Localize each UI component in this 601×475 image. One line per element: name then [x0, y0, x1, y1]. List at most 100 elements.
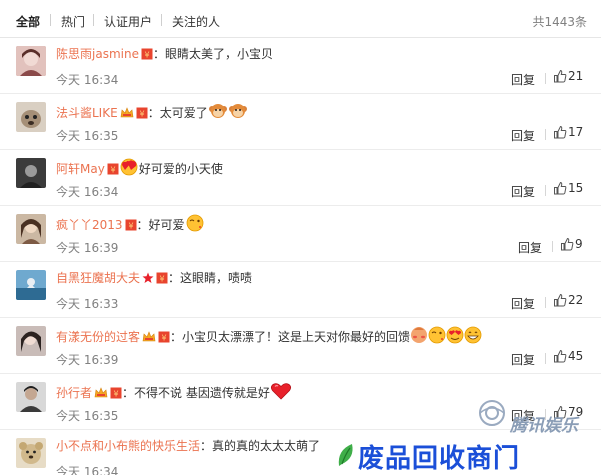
avatar[interactable] — [16, 326, 46, 356]
avatar[interactable] — [16, 46, 46, 76]
action-divider — [552, 241, 553, 252]
like-button[interactable]: 21 — [553, 69, 583, 83]
avatar[interactable] — [16, 214, 46, 244]
like-count: 17 — [568, 125, 584, 139]
action-divider — [545, 185, 546, 196]
red-envelope-badge-icon[interactable]: ¥ — [107, 163, 119, 179]
comment-line: 法斗酱LIKE ¥ ：太可爱了 — [56, 102, 248, 124]
comment-text: ：不得不说 基因遗传就是好 — [122, 386, 270, 400]
comment-count: 共1443条 — [532, 15, 587, 29]
red-envelope-badge-icon[interactable]: ¥ — [141, 48, 153, 64]
comment-filter-bar: 全部 热门 认证用户 关注的人 共1443条 — [0, 0, 601, 38]
red-star-badge-icon[interactable] — [142, 272, 154, 288]
avatar[interactable] — [16, 438, 46, 468]
blush-emoji-icon — [410, 326, 428, 348]
avatar-image — [16, 214, 46, 244]
thumbs-up-icon — [554, 69, 567, 83]
username-link[interactable]: 疯丫丫2013 — [56, 218, 123, 232]
comment-time: 今天 16:33 — [56, 297, 119, 311]
reply-button[interactable]: 回复 — [518, 239, 542, 256]
comment-item: 阿轩May ¥ 好可爱的小天使 今天 16:34 回复 15 — [0, 150, 601, 206]
avatar[interactable] — [16, 270, 46, 300]
username-link[interactable]: 自黑狂魔胡大夫 — [56, 271, 140, 285]
username-link[interactable]: 阿轩May — [56, 162, 105, 176]
like-button[interactable]: 9 — [560, 237, 583, 251]
like-button[interactable]: 17 — [553, 125, 583, 139]
like-count: 45 — [568, 349, 584, 363]
tab-hot[interactable]: 热门 — [61, 13, 85, 30]
reply-button[interactable]: 回复 — [511, 351, 535, 368]
comment-text: ：好可爱 — [136, 218, 185, 232]
svg-text:¥: ¥ — [113, 390, 118, 399]
comment-item: 陈思雨jasmine ¥ ：眼睛太美了，小宝贝 今天 16:34 回复 21 — [0, 38, 601, 94]
avatar-image — [16, 382, 46, 412]
site-watermark-text: 腾讯娱乐 — [510, 416, 578, 436]
comment-item: 有漾无份的过客 ¥ ：小宝贝太漂漂了！这是上天对你最好的回馈 今天 16:39 回复… — [0, 318, 601, 374]
comment-text: ：这眼睛，啧啧 — [168, 271, 253, 285]
reply-button[interactable]: 回复 — [511, 71, 535, 88]
like-count: 21 — [568, 69, 584, 83]
action-divider — [545, 353, 546, 364]
comment-line: 疯丫丫2013 ¥ ：好可爱 — [56, 214, 205, 236]
username-link[interactable]: 孙行者 — [56, 386, 92, 400]
reply-button[interactable]: 回复 — [511, 295, 535, 312]
comment-item: 法斗酱LIKE ¥ ：太可爱了 今天 16:35 回复 17 — [0, 94, 601, 150]
tab-verified-users[interactable]: 认证用户 — [104, 13, 152, 30]
comment-time: 今天 16:34 — [56, 185, 119, 199]
comment-line: 孙行者 ¥ ：不得不说 基因遗传就是好 — [56, 382, 292, 404]
crown-badge-icon[interactable] — [120, 107, 134, 123]
comment-line: 有漾无份的过客 ¥ ：小宝贝太漂漂了！这是上天对你最好的回馈 — [56, 326, 482, 348]
kiss-emoji-icon — [185, 214, 205, 236]
comment-line: 阿轩May ¥ 好可爱的小天使 — [56, 158, 223, 180]
leaf-logo-icon — [338, 444, 353, 466]
comment-line: 小不点和小布熊的快乐生活：真的真的太太太萌了 — [56, 438, 320, 454]
svg-text:¥: ¥ — [161, 334, 166, 343]
comment-line: 陈思雨jasmine ¥ ：眼睛太美了，小宝贝 — [56, 46, 273, 64]
like-count: 15 — [568, 181, 584, 195]
like-button[interactable]: 45 — [553, 349, 583, 363]
comment-time: 今天 16:34 — [56, 465, 119, 475]
comment-line: 自黑狂魔胡大夫 ¥ ：这眼睛，啧啧 — [56, 270, 252, 288]
username-link[interactable]: 小不点和小布熊的快乐生活 — [56, 439, 200, 453]
avatar[interactable] — [16, 158, 46, 188]
action-divider — [545, 73, 546, 84]
red-envelope-badge-icon[interactable]: ¥ — [136, 107, 148, 123]
tab-all[interactable]: 全部 — [16, 13, 40, 30]
monkey-emoji-icon — [228, 102, 248, 124]
comment-text: ：太可爱了 — [147, 106, 208, 120]
avatar-image — [16, 102, 46, 132]
red-envelope-badge-icon[interactable]: ¥ — [156, 272, 168, 288]
username-link[interactable]: 陈思雨jasmine — [56, 47, 139, 61]
red-envelope-badge-icon[interactable]: ¥ — [110, 387, 122, 403]
tab-following[interactable]: 关注的人 — [172, 13, 220, 30]
tab-divider — [93, 14, 94, 26]
avatar[interactable] — [16, 382, 46, 412]
reply-button[interactable]: 回复 — [511, 127, 535, 144]
comment-time: 今天 16:34 — [56, 73, 119, 87]
red-envelope-badge-icon[interactable]: ¥ — [125, 219, 137, 235]
username-link[interactable]: 法斗酱LIKE — [56, 106, 118, 120]
crown-badge-icon[interactable] — [142, 331, 156, 347]
thumbs-up-icon — [554, 125, 567, 139]
svg-text:¥: ¥ — [159, 275, 164, 284]
like-button[interactable]: 22 — [553, 293, 583, 307]
reply-button[interactable]: 回复 — [511, 183, 535, 200]
comment-text: ：小宝贝太漂漂了！这是上天对你最好的回馈 — [170, 330, 411, 344]
like-count: 22 — [568, 293, 584, 307]
heart-emoji-icon — [270, 382, 292, 404]
avatar[interactable] — [16, 102, 46, 132]
thumbs-up-icon — [554, 181, 567, 195]
like-count: 9 — [575, 237, 583, 251]
comment-time: 今天 16:39 — [56, 241, 119, 255]
avatar-image — [16, 326, 46, 356]
username-link[interactable]: 有漾无份的过客 — [56, 330, 140, 344]
kiss-emoji-icon — [428, 326, 446, 348]
like-button[interactable]: 15 — [553, 181, 583, 195]
avatar-image — [16, 46, 46, 76]
comment-item: 自黑狂魔胡大夫 ¥ ：这眼睛，啧啧 今天 16:33 回复 22 — [0, 262, 601, 318]
red-envelope-badge-icon[interactable]: ¥ — [158, 331, 170, 347]
crown-badge-icon[interactable] — [94, 387, 108, 403]
action-divider — [545, 129, 546, 140]
comment-text: ：眼睛太美了，小宝贝 — [152, 47, 273, 61]
comment-text: ：真的真的太太太萌了 — [200, 439, 321, 453]
